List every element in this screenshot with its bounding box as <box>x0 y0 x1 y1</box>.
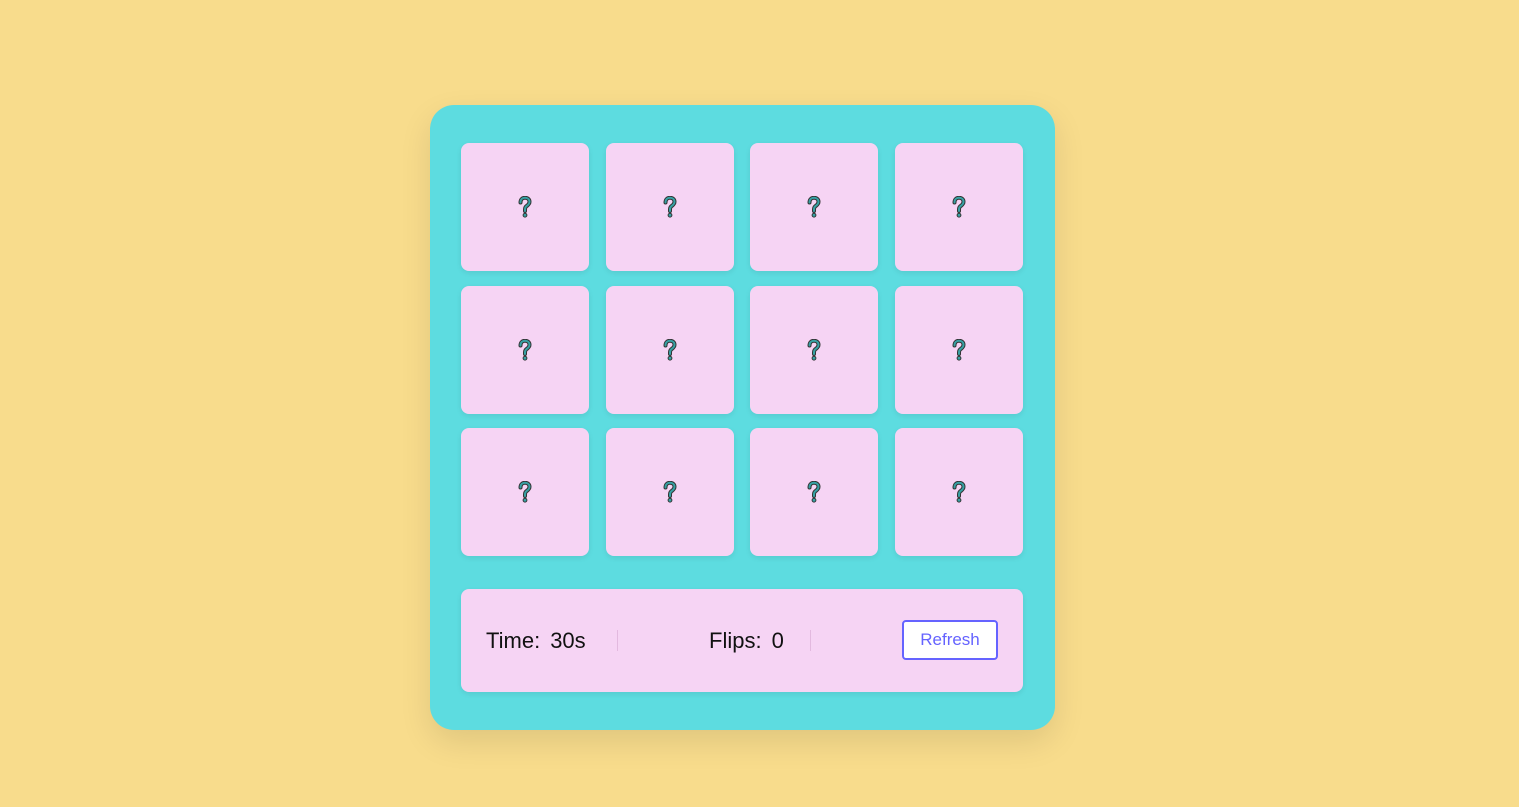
question-mark-icon <box>663 338 677 361</box>
question-mark-icon <box>952 196 966 218</box>
memory-card[interactable] <box>894 143 1023 271</box>
memory-card[interactable] <box>461 285 589 414</box>
memory-card[interactable] <box>750 285 879 414</box>
question-mark-icon <box>807 481 821 503</box>
question-mark-icon <box>807 196 821 218</box>
question-mark-icon <box>663 196 677 218</box>
memory-card[interactable] <box>605 428 734 556</box>
memory-card[interactable] <box>894 285 1023 414</box>
question-mark-icon <box>663 481 677 503</box>
question-mark-icon <box>952 481 966 503</box>
flips-value: 0 <box>771 627 784 653</box>
question-mark-icon <box>518 196 532 218</box>
memory-card[interactable] <box>461 143 589 271</box>
memory-card[interactable] <box>461 428 589 556</box>
time-stat: Time: 30s <box>486 589 586 692</box>
memory-card[interactable] <box>894 428 1023 556</box>
card-grid <box>461 143 1023 556</box>
memory-card[interactable] <box>605 285 734 414</box>
game-details-panel: Time: 30s Flips: 0 Refresh <box>461 589 1023 692</box>
divider <box>617 630 618 651</box>
question-mark-icon <box>518 481 532 503</box>
question-mark-icon <box>807 338 821 361</box>
time-label: Time: <box>486 627 541 653</box>
question-mark-icon <box>518 338 532 361</box>
time-value: 30s <box>550 627 586 653</box>
memory-card[interactable] <box>605 143 734 271</box>
refresh-button[interactable]: Refresh <box>902 620 998 660</box>
memory-card[interactable] <box>750 428 879 556</box>
memory-card[interactable] <box>750 143 879 271</box>
question-mark-icon <box>952 338 966 361</box>
flips-stat: Flips: 0 <box>709 589 784 692</box>
divider <box>810 630 811 651</box>
game-board: Time: 30s Flips: 0 Refresh <box>430 105 1055 730</box>
flips-label: Flips: <box>709 627 762 653</box>
